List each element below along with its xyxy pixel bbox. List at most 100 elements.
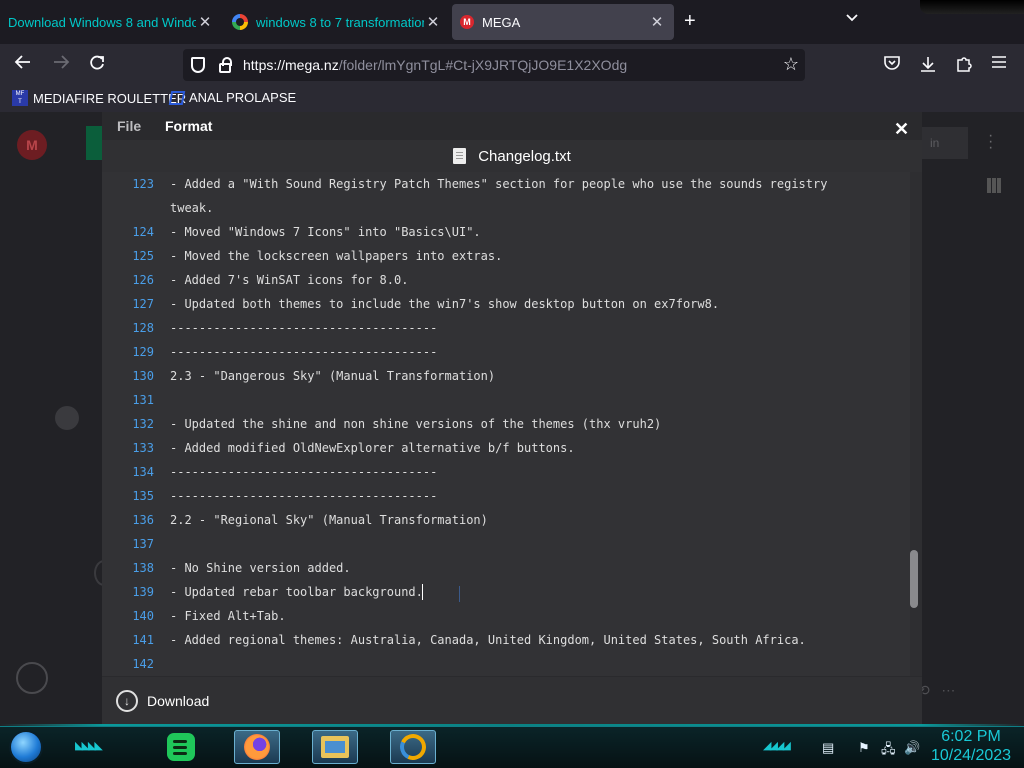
volume-icon[interactable]: 🔊 bbox=[904, 740, 920, 756]
line-text: - Moved the lockscreen wallpapers into e… bbox=[170, 249, 503, 263]
bookmark-icon bbox=[168, 90, 186, 105]
tab-mega[interactable]: M MEGA ✕ bbox=[452, 4, 674, 40]
taskbar-firefox-app[interactable] bbox=[234, 730, 280, 764]
download-button[interactable]: Download bbox=[147, 693, 209, 709]
show-hidden-icons-icon[interactable]: ▤ bbox=[822, 740, 834, 756]
tab-label: windows 8 to 7 transformation bbox=[256, 14, 424, 30]
notes-icon bbox=[167, 733, 195, 761]
file-name: Changelog.txt bbox=[478, 147, 571, 165]
line-text: 2.3 - "Dangerous Sky" (Manual Transforma… bbox=[170, 369, 496, 383]
editor-line: 142 bbox=[102, 652, 912, 676]
window-frame-decoration bbox=[920, 0, 1024, 14]
menu-format[interactable]: Format bbox=[165, 118, 212, 134]
lock-icon[interactable] bbox=[219, 56, 232, 73]
extensions-puzzle-icon[interactable] bbox=[955, 55, 973, 78]
line-number: 123 bbox=[132, 177, 154, 191]
bookmark-star-icon[interactable]: ☆ bbox=[783, 54, 799, 75]
background-rewind-icon bbox=[16, 662, 48, 694]
line-text: ------------------------------------- bbox=[170, 489, 438, 503]
tab-google-search[interactable]: windows 8 to 7 transformation ✕ bbox=[224, 4, 450, 40]
background-grid-view-icon bbox=[987, 178, 1002, 193]
editor-line: 134 ------------------------------------… bbox=[102, 460, 912, 484]
line-number: 140 bbox=[132, 609, 154, 623]
tab-label: Download Windows 8 and Windows bbox=[8, 14, 196, 30]
bookmarks-toolbar: MF T MEDIAFIRE ROULETTER ANAL PROLAPSE bbox=[0, 86, 1024, 112]
bookmark-second[interactable]: ANAL PROLAPSE bbox=[168, 90, 296, 105]
tab-download-windows8[interactable]: Download Windows 8 and Windows ✕ bbox=[0, 4, 222, 40]
mouse-ibeam-cursor bbox=[459, 586, 461, 602]
bookmark-mediafire-roulette[interactable]: MF T MEDIAFIRE ROULETTER bbox=[12, 90, 186, 106]
text-editor[interactable]: 123 - Added a "With Sound Registry Patch… bbox=[102, 172, 912, 676]
line-text: ------------------------------------- bbox=[170, 321, 438, 335]
line-text: - Added a "With Sound Registry Patch The… bbox=[170, 177, 828, 191]
background-signin-button: in bbox=[922, 127, 968, 159]
editor-line: 140 - Fixed Alt+Tab. bbox=[102, 604, 912, 628]
editor-line: 128 ------------------------------------… bbox=[102, 316, 912, 340]
editor-line: 127 - Updated both themes to include the… bbox=[102, 292, 912, 316]
close-icon[interactable]: ✕ bbox=[894, 120, 909, 138]
editor-line: 125 - Moved the lockscreen wallpapers in… bbox=[102, 244, 912, 268]
taskbar bbox=[0, 726, 1024, 768]
line-number: 136 bbox=[132, 513, 154, 527]
editor-line: 126 - Added 7's WinSAT icons for 8.0. bbox=[102, 268, 912, 292]
background-footer-icons: ⟲ ⋯ bbox=[918, 682, 956, 698]
clock-time[interactable]: 6:02 PM bbox=[931, 728, 1011, 746]
line-text: - Updated both themes to include the win… bbox=[170, 297, 720, 311]
text-file-icon bbox=[453, 148, 467, 164]
line-number: 138 bbox=[132, 561, 154, 575]
new-tab-button[interactable]: + bbox=[684, 10, 696, 33]
action-center-flag-icon[interactable]: ⚑ bbox=[858, 740, 870, 756]
taskbar-internet-explorer-app[interactable] bbox=[390, 730, 436, 764]
editor-line: 132 - Updated the shine and non shine ve… bbox=[102, 412, 912, 436]
download-icon[interactable]: ↓ bbox=[116, 689, 138, 712]
navigation-toolbar: https://mega.nz /folder/lmYgnTgL#Ct-jX9J… bbox=[0, 44, 1024, 86]
mega-icon: M bbox=[460, 15, 474, 29]
line-number: 134 bbox=[132, 465, 154, 479]
line-number: 141 bbox=[132, 633, 154, 647]
hamburger-menu-icon[interactable] bbox=[991, 55, 1007, 74]
start-button[interactable] bbox=[9, 730, 43, 764]
editor-line: 123 - Added a "With Sound Registry Patch… bbox=[102, 172, 912, 196]
editor-scrollbar-thumb[interactable] bbox=[910, 550, 918, 608]
url-path: /folder/lmYgnTgL#Ct-jX9JRTQjJO9E1X2XOdg bbox=[338, 57, 628, 73]
taskbar-decoration-icon: ◢◢◢◢ bbox=[763, 740, 791, 752]
firefox-icon bbox=[244, 734, 270, 760]
editor-line: 136 2.2 - "Regional Sky" (Manual Transfo… bbox=[102, 508, 912, 532]
editor-line: 138 - No Shine version added. bbox=[102, 556, 912, 580]
line-number: 133 bbox=[132, 441, 154, 455]
back-arrow-icon[interactable] bbox=[14, 54, 32, 75]
bookmark-label: MEDIAFIRE ROULETTER bbox=[33, 90, 187, 106]
preview-footer: ↓ Download bbox=[102, 676, 922, 724]
downloads-icon[interactable] bbox=[919, 55, 937, 78]
line-number: 129 bbox=[132, 345, 154, 359]
url-bar[interactable]: https://mega.nz /folder/lmYgnTgL#Ct-jX9J… bbox=[183, 49, 805, 81]
line-text-wrap: tweak. bbox=[170, 201, 214, 215]
tab-strip: Download Windows 8 and Windows ✕ windows… bbox=[0, 0, 1024, 44]
line-text: - Added 7's WinSAT icons for 8.0. bbox=[170, 273, 409, 287]
line-number: 124 bbox=[132, 225, 154, 239]
tab-close-icon[interactable]: ✕ bbox=[648, 13, 666, 31]
network-icon[interactable]: 🖧 bbox=[881, 740, 896, 762]
taskbar-file-explorer-app[interactable] bbox=[312, 730, 358, 764]
editor-line: 135 ------------------------------------… bbox=[102, 484, 912, 508]
line-text: - Added regional themes: Australia, Cana… bbox=[170, 633, 806, 647]
tab-close-icon[interactable]: ✕ bbox=[424, 13, 442, 31]
tab-close-icon[interactable]: ✕ bbox=[196, 13, 214, 31]
folder-icon bbox=[321, 736, 349, 758]
editor-line: 137 bbox=[102, 532, 912, 556]
clock-date[interactable]: 10/24/2023 bbox=[926, 747, 1016, 765]
pocket-icon[interactable] bbox=[883, 55, 901, 76]
background-avatar-placeholder bbox=[55, 406, 79, 430]
reload-icon[interactable] bbox=[88, 54, 106, 77]
line-number: 142 bbox=[132, 657, 154, 671]
tracking-protection-shield-icon[interactable] bbox=[191, 57, 205, 73]
taskbar-notes-app[interactable] bbox=[158, 730, 204, 764]
editor-line: 124 - Moved "Windows 7 Icons" into "Basi… bbox=[102, 220, 912, 244]
forward-arrow-icon[interactable] bbox=[52, 54, 70, 75]
line-number: 128 bbox=[132, 321, 154, 335]
tab-list-chevron-icon[interactable] bbox=[845, 10, 859, 26]
line-number: 135 bbox=[132, 489, 154, 503]
menu-file[interactable]: File bbox=[117, 118, 141, 134]
line-text: - Updated rebar toolbar background. bbox=[170, 585, 423, 599]
preview-menu-bar: File Format ✕ bbox=[102, 112, 922, 140]
